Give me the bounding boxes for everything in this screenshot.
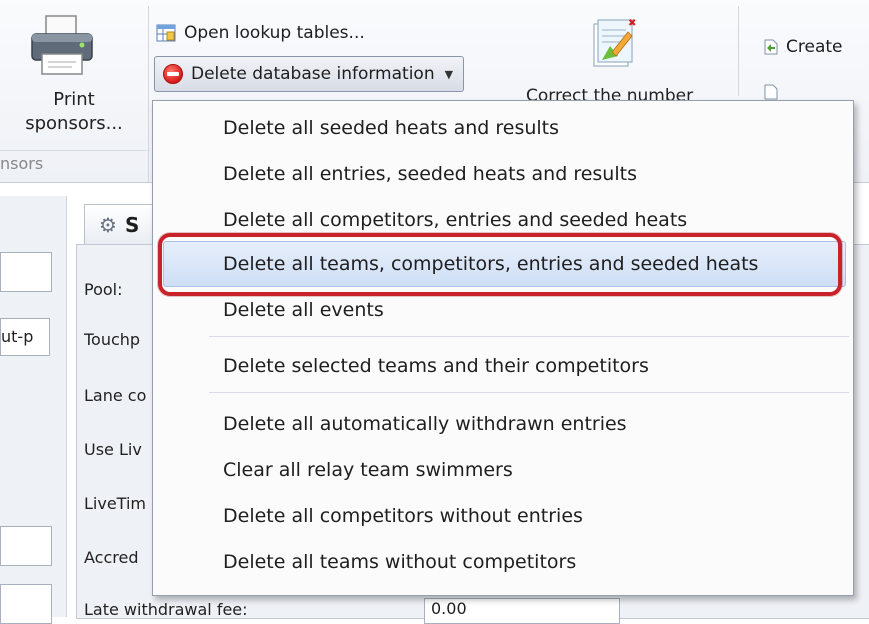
menu-item-label: Delete selected teams and their competit… [223,355,649,377]
delete-database-info-menu: Delete all seeded heats and results Dele… [152,100,854,596]
highlight-annotation [158,233,842,296]
accreditation-label: Accred [84,548,139,567]
menu-separator [209,392,849,393]
livetiming-label: LiveTim [84,494,146,513]
create-button[interactable]: Create [764,32,843,62]
menu-separator [209,336,849,337]
correct-number-icon[interactable]: ✖ [588,16,638,72]
printer-icon [31,15,93,75]
chevron-down-icon: ▼ [444,67,454,81]
print-sponsors-label: Print sponsors... [0,88,148,136]
print-label-line1: Print [53,89,95,110]
delete-database-info-button[interactable]: Delete database information ▼ [154,56,465,92]
menu-item-delete-teams-without-competitors[interactable]: Delete all teams without competitors [153,539,853,585]
menu-item-delete-entries-heats-results[interactable]: Delete all entries, seeded heats and res… [153,151,853,197]
delete-icon [163,64,183,84]
late-withdrawal-fee-input[interactable]: 0.00 [424,598,620,624]
menu-item-label: Delete all competitors without entries [223,505,583,527]
use-livetiming-label: Use Liv [84,440,142,459]
ribbon-separator [738,6,739,96]
ribbon-separator [148,6,149,182]
print-label-line2: sponsors... [25,113,123,134]
gear-icon: ⚙ [99,212,117,237]
left-field[interactable] [0,526,52,566]
create-icon [764,39,778,55]
menu-item-label: Delete all events [223,299,384,321]
create-label: Create [786,37,843,57]
tab-settings-label: S [124,212,140,237]
menu-item-label: Delete all entries, seeded heats and res… [223,163,637,185]
open-lookup-tables-button[interactable]: Open lookup tables... [156,18,365,48]
open-lookup-tables-label: Open lookup tables... [184,23,365,43]
menu-item-label: Delete all seeded heats and results [223,117,560,139]
group-divider [0,150,150,151]
menu-item-delete-withdrawn-entries[interactable]: Delete all automatically withdrawn entri… [153,401,853,447]
delete-database-info-label: Delete database information [191,64,435,84]
late-withdrawal-fee-label: Late withdrawal fee: [84,600,248,619]
print-sponsors-button[interactable]: Print sponsors... [0,0,150,148]
menu-item-label: Delete all competitors, entries and seed… [223,209,688,231]
menu-item-delete-seeded-heats-results[interactable]: Delete all seeded heats and results [153,105,853,151]
left-field[interactable] [0,252,52,292]
menu-item-label: Clear all relay team swimmers [223,459,513,481]
document-icon [764,84,778,100]
menu-item-clear-relay-swimmers[interactable]: Clear all relay team swimmers [153,447,853,493]
menu-item-delete-competitors-without-entries[interactable]: Delete all competitors without entries [153,493,853,539]
pool-label: Pool: [84,280,123,299]
left-field-value[interactable]: ut-p [0,318,50,356]
left-field[interactable] [0,584,52,624]
menu-item-label: Delete all automatically withdrawn entri… [223,413,627,435]
lookup-table-icon [156,24,176,42]
ribbon-group-label: nsors [0,154,44,173]
menu-item-label: Delete all teams without competitors [223,551,577,573]
touchpad-label: Touchp [84,330,141,349]
menu-item-delete-selected-teams[interactable]: Delete selected teams and their competit… [153,343,853,389]
lane-count-label: Lane co [84,386,147,405]
svg-text:✖: ✖ [628,18,636,29]
